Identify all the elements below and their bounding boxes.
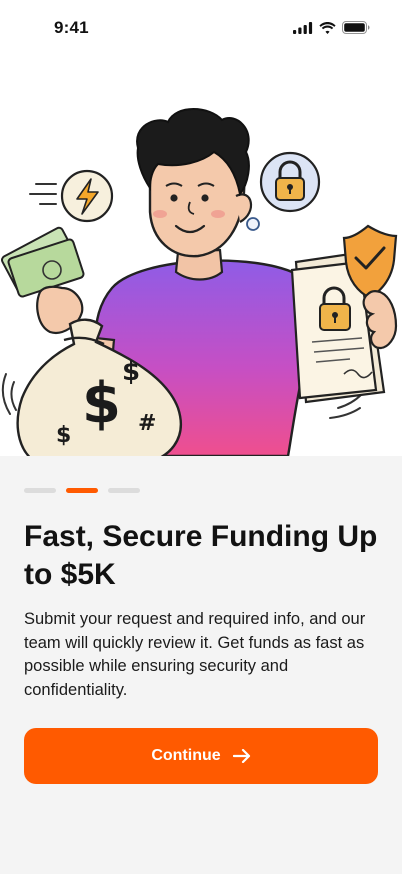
battery-icon [342, 21, 370, 34]
svg-text:$: $ [122, 357, 140, 387]
onboarding-sheet: Fast, Secure Funding Up to $5K Submit yo… [0, 456, 402, 874]
page-dot[interactable] [24, 488, 56, 493]
page-dot[interactable] [108, 488, 140, 493]
status-time: 9:41 [54, 18, 89, 37]
signal-icon [293, 21, 313, 34]
hero-illustration: $ $ $ # [0, 56, 402, 456]
svg-text:#: # [138, 411, 156, 436]
svg-text:$: $ [56, 423, 71, 448]
bubble-decoration [246, 217, 260, 231]
status-icons [293, 21, 370, 34]
wifi-icon [319, 21, 336, 34]
page-dot-active[interactable] [66, 488, 98, 493]
continue-button[interactable]: Continue [24, 728, 378, 784]
cash-bills [1, 226, 85, 298]
dollar-sign-icon: $ [82, 371, 121, 436]
status-bar: 9:41 [0, 0, 402, 56]
continue-button-label: Continue [151, 747, 221, 764]
padlock-icon [259, 151, 321, 213]
onboarding-title: Fast, Secure Funding Up to $5K [24, 520, 378, 591]
onboarding-description: Submit your request and required info, a… [24, 610, 366, 699]
person-with-money-illustration: $ $ $ # [1, 108, 398, 456]
lightning-icon [60, 169, 114, 223]
page-indicator [24, 488, 140, 493]
person-head [136, 108, 252, 258]
arrow-right-icon [232, 749, 250, 763]
